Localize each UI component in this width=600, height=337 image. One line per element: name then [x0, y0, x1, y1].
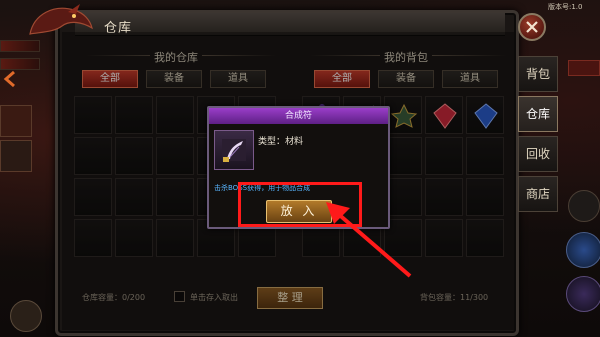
close-icon [526, 21, 538, 33]
skill-slot[interactable] [568, 190, 600, 222]
tooltip-type: 类型：材料 [258, 137, 304, 147]
hud-badge [568, 60, 600, 76]
tab-recycle[interactable]: 回收 [518, 136, 558, 172]
hud-bar [0, 58, 40, 70]
chevron-left-icon[interactable] [2, 70, 20, 88]
left-hud [0, 0, 62, 337]
tooltip-title: 合成符 [209, 108, 388, 124]
tab-backpack[interactable]: 背包 [518, 56, 558, 92]
version-text: 版本号:1.0 [548, 3, 583, 11]
hud-bar [0, 40, 40, 52]
tab-warehouse[interactable]: 仓库 [518, 96, 558, 132]
skill-slot[interactable] [0, 105, 32, 137]
skill-slot[interactable] [0, 140, 32, 172]
skill-slot[interactable] [566, 276, 600, 312]
tab-shop[interactable]: 商店 [518, 176, 558, 212]
skill-slot[interactable] [566, 232, 600, 268]
tooltip-item-slot [214, 130, 254, 170]
pointer-arrow-icon [326, 202, 412, 278]
right-hud [560, 0, 600, 337]
scroll-icon [222, 139, 246, 162]
close-button[interactable] [518, 13, 546, 41]
skill-slot[interactable] [10, 300, 42, 332]
